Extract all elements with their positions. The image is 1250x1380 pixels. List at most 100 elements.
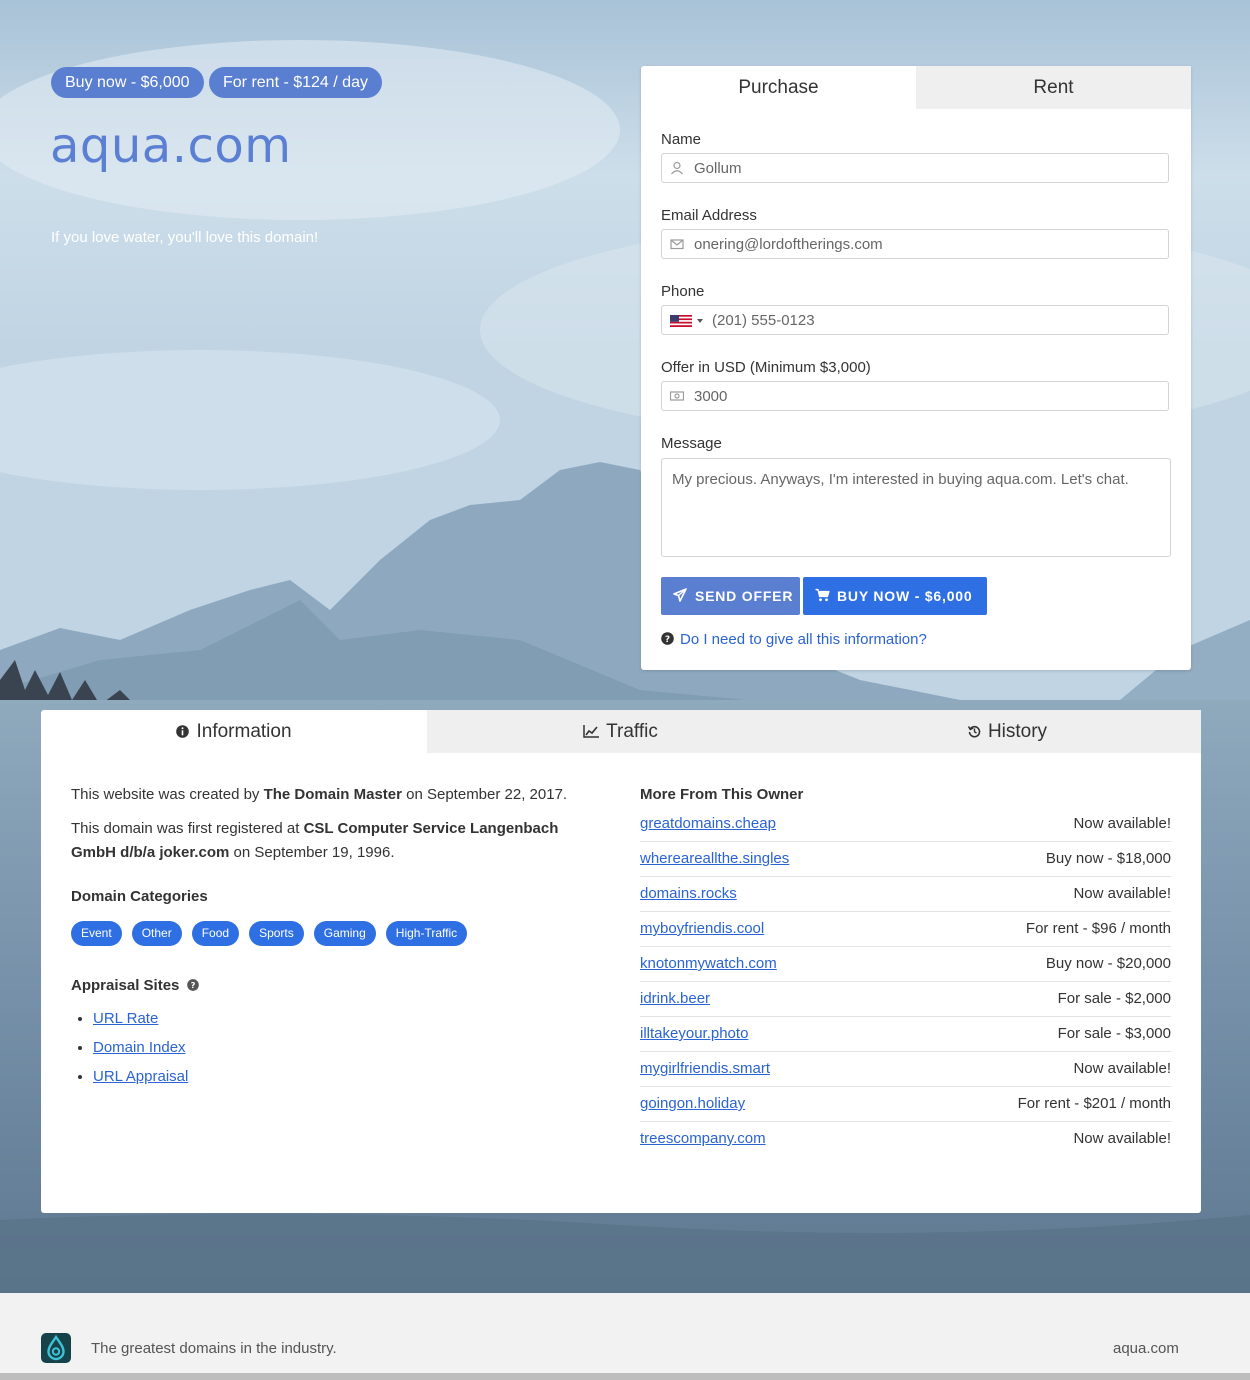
appraisal-link-url-rate[interactable]: URL Rate — [93, 1010, 158, 1027]
list-item: Domain Index — [93, 1033, 601, 1062]
owner-domain-status: Now available! — [1073, 815, 1171, 832]
buy-now-price-badge[interactable]: Buy now - $6,000 — [51, 67, 204, 98]
owner-domain-row: treescompany.com Now available! — [640, 1122, 1171, 1156]
category-food[interactable]: Food — [191, 921, 240, 946]
svg-text:?: ? — [665, 635, 670, 645]
tab-information-label: Information — [196, 721, 292, 742]
brand-logo[interactable] — [41, 1333, 71, 1363]
creator-name: The Domain Master — [263, 786, 402, 803]
form-tabs: Purchase Rent — [641, 66, 1191, 109]
owner-domains-title: More From This Owner — [640, 786, 804, 803]
owner-domain-link[interactable]: treescompany.com — [640, 1122, 766, 1156]
owner-domain-row: knotonmywatch.com Buy now - $20,000 — [640, 947, 1171, 982]
appraisal-link-url-appraisal[interactable]: URL Appraisal — [93, 1068, 188, 1085]
owner-domain-status: Now available! — [1073, 1130, 1171, 1147]
info-tabs: Information Traffic History — [41, 710, 1201, 753]
list-item: URL Rate — [93, 1004, 601, 1033]
owner-domain-link[interactable]: goingon.holiday — [640, 1087, 745, 1121]
owner-domain-row: goingon.holiday For rent - $201 / month — [640, 1087, 1171, 1122]
domain-categories: Event Other Food Sports Gaming High-Traf… — [71, 921, 601, 946]
category-gaming[interactable]: Gaming — [313, 921, 376, 946]
information-left-column: This website was created by The Domain M… — [71, 783, 601, 1091]
message-label: Message — [661, 435, 722, 452]
phone-field[interactable]: (201) 555-0123 — [661, 305, 1169, 335]
owner-domain-status: Now available! — [1073, 885, 1171, 902]
footer-tagline: The greatest domains in the industry. — [91, 1340, 337, 1357]
info-circle-icon — [176, 725, 190, 738]
offer-label: Offer in USD (Minimum $3,000) — [661, 359, 871, 376]
info-help-link[interactable]: ? Do I need to give all this information? — [661, 631, 927, 648]
tab-rent[interactable]: Rent — [916, 66, 1191, 109]
svg-text:?: ? — [190, 980, 195, 990]
name-field[interactable]: Gollum — [661, 153, 1169, 183]
message-textarea[interactable]: My precious. Anyways, I'm interested in … — [661, 458, 1171, 557]
owner-domain-status: Now available! — [1073, 1060, 1171, 1077]
offer-field[interactable]: 3000 — [661, 381, 1169, 411]
footer — [0, 1293, 1250, 1373]
owner-domain-row: myboyfriendis.cool For rent - $96 / month — [640, 912, 1171, 947]
owner-domain-link[interactable]: greatdomains.cheap — [640, 807, 776, 841]
tab-purchase[interactable]: Purchase — [641, 66, 916, 109]
send-offer-label: SEND OFFER — [695, 588, 794, 604]
created-by-text: This website was created by The Domain M… — [71, 786, 568, 803]
appraisal-link-domain-index[interactable]: Domain Index — [93, 1039, 186, 1056]
money-icon — [670, 391, 684, 401]
owner-domain-link[interactable]: whereareallthe.singles — [640, 842, 789, 876]
appraisal-sites-list: URL Rate Domain Index URL Appraisal — [71, 1004, 601, 1091]
domain-info-panel: Information Traffic History This website… — [41, 710, 1201, 1213]
email-value: onering@lordoftherings.com — [694, 236, 883, 253]
domain-tagline: If you love water, you'll love this doma… — [51, 229, 319, 246]
us-flag-icon[interactable] — [670, 315, 692, 327]
hero-background: Buy now - $6,000 For rent - $124 / day a… — [0, 0, 1250, 1293]
question-circle-icon[interactable]: ? — [186, 979, 199, 991]
tab-history[interactable]: History — [814, 710, 1201, 753]
email-label: Email Address — [661, 207, 757, 224]
category-event[interactable]: Event — [71, 921, 122, 946]
owner-domain-status: For sale - $2,000 — [1057, 990, 1171, 1007]
owner-domain-link[interactable]: myboyfriendis.cool — [640, 912, 764, 946]
buy-now-label: BUY NOW - $6,000 — [837, 588, 973, 604]
tab-information[interactable]: Information — [41, 710, 427, 753]
send-offer-button[interactable]: SEND OFFER — [661, 577, 800, 615]
caret-down-icon[interactable] — [697, 319, 703, 323]
owner-domain-row: greatdomains.cheap Now available! — [640, 807, 1171, 842]
owner-domain-status: Buy now - $18,000 — [1045, 850, 1171, 867]
owner-domain-row: idrink.beer For sale - $2,000 — [640, 982, 1171, 1017]
offer-form-card: Purchase Rent Name Gollum Email Address … — [641, 66, 1191, 670]
tab-history-label: History — [987, 721, 1048, 742]
buy-now-button[interactable]: BUY NOW - $6,000 — [803, 577, 987, 615]
shopping-cart-icon — [815, 588, 830, 602]
phone-label: Phone — [661, 283, 705, 300]
for-rent-price-badge[interactable]: For rent - $124 / day — [209, 67, 382, 98]
owner-domain-link[interactable]: domains.rocks — [640, 877, 737, 911]
owner-domain-status: Buy now - $20,000 — [1045, 955, 1171, 972]
category-other[interactable]: Other — [131, 921, 182, 946]
owner-domain-link[interactable]: illtakeyour.photo — [640, 1017, 748, 1051]
list-item: URL Appraisal — [93, 1062, 601, 1091]
owner-domain-status: For rent - $201 / month — [1017, 1095, 1171, 1112]
owner-domain-link[interactable]: idrink.beer — [640, 982, 710, 1016]
owner-domain-row: whereareallthe.singles Buy now - $18,000 — [640, 842, 1171, 877]
tab-traffic[interactable]: Traffic — [427, 710, 814, 753]
more-from-owner: More From This Owner greatdomains.cheap N… — [640, 783, 1171, 1156]
envelope-icon — [670, 239, 684, 250]
user-icon — [671, 161, 683, 175]
category-high-traffic[interactable]: High-Traffic — [385, 921, 468, 946]
history-icon — [967, 725, 981, 738]
email-field[interactable]: onering@lordoftherings.com — [661, 229, 1169, 259]
footer-bottom-bar — [0, 1373, 1250, 1380]
appraisal-sites-title: Appraisal Sites ? — [71, 977, 601, 994]
name-value: Gollum — [694, 160, 742, 177]
owner-domain-row: mygirlfriendis.smart Now available! — [640, 1052, 1171, 1087]
owner-domain-status: For sale - $3,000 — [1057, 1025, 1171, 1042]
owner-domain-status: For rent - $96 / month — [1025, 920, 1171, 937]
owner-domain-link[interactable]: mygirlfriendis.smart — [640, 1052, 770, 1086]
owner-domain-link[interactable]: knotonmywatch.com — [640, 947, 777, 981]
message-value: My precious. Anyways, I'm interested in … — [672, 471, 1129, 488]
footer-domain[interactable]: aqua.com — [1113, 1340, 1179, 1357]
name-label: Name — [661, 131, 702, 148]
domain-name-title: aqua.com — [50, 118, 292, 174]
question-circle-icon: ? — [661, 632, 674, 645]
category-sports[interactable]: Sports — [249, 921, 304, 946]
offer-value: 3000 — [694, 388, 728, 405]
